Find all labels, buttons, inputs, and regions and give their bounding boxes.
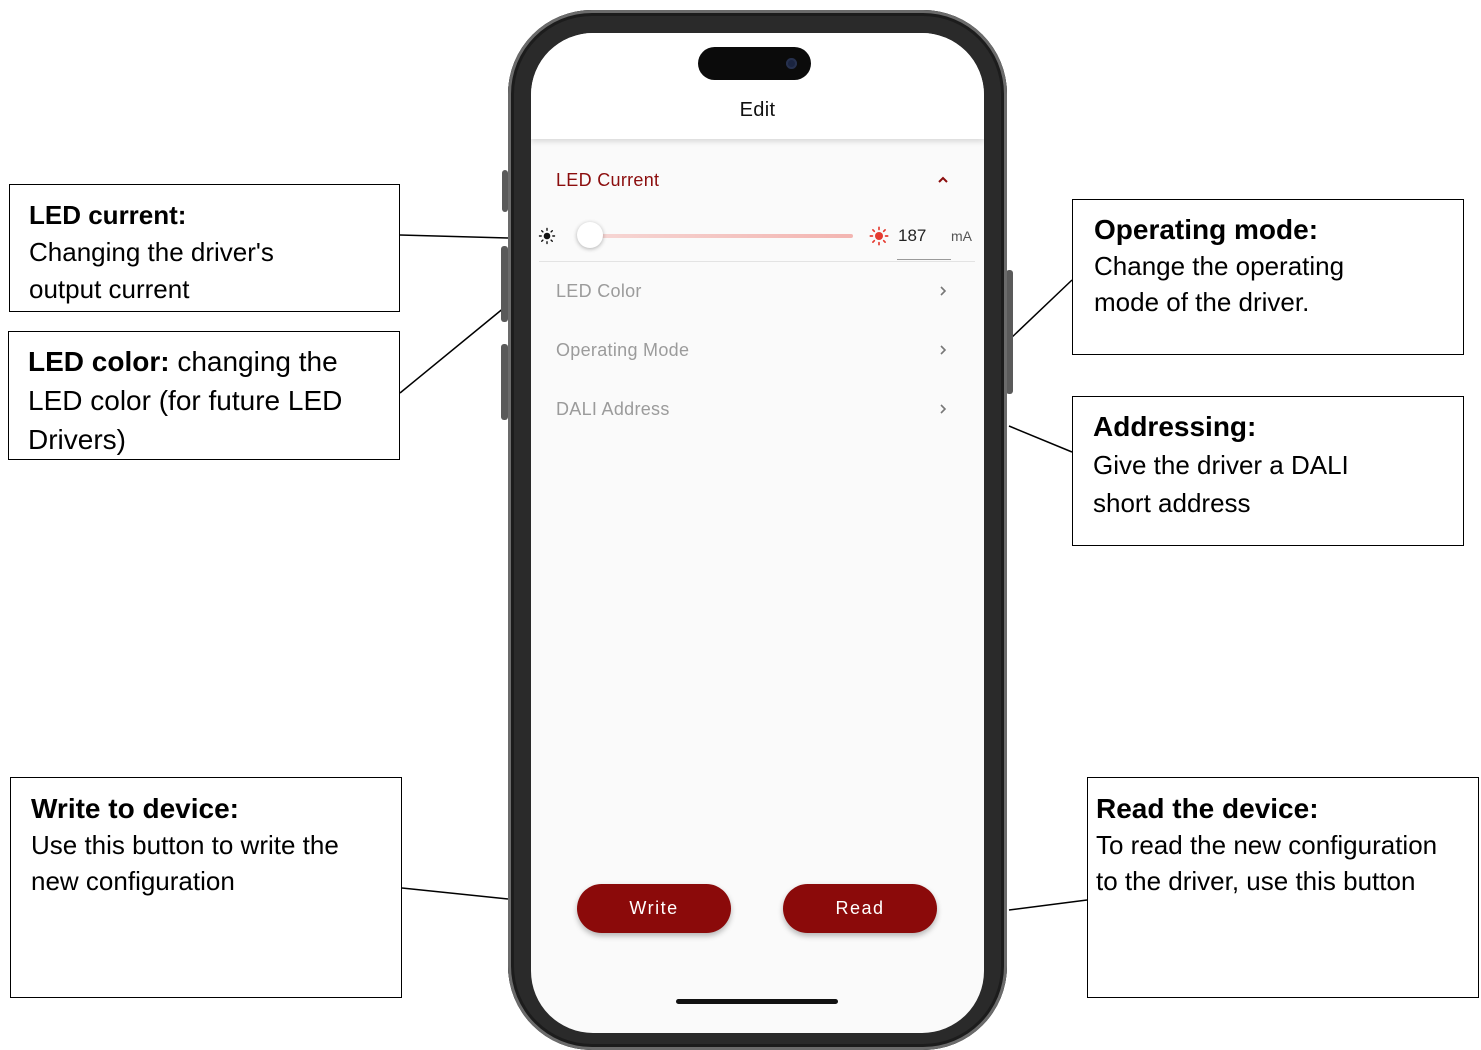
value-underline	[897, 259, 951, 260]
menu-row-label: LED Color	[556, 281, 642, 301]
page-title: Edit	[739, 99, 776, 121]
menu-row-label: DALI Address	[556, 399, 670, 419]
divider	[539, 261, 975, 262]
dynamic-island	[698, 47, 811, 80]
chevron-right-icon	[940, 404, 947, 414]
menu-row-label: Operating Mode	[556, 340, 690, 360]
phone-volume-down-button	[501, 344, 508, 420]
home-indicator	[676, 999, 838, 1004]
write-button[interactable]: Write	[577, 884, 731, 933]
led-current-value-input[interactable]: 187	[898, 226, 926, 246]
slider-track[interactable]	[581, 234, 853, 238]
led-current-slider-row: 187 mA	[531, 213, 984, 263]
chevron-right-icon	[940, 345, 947, 355]
led-current-label: LED Current	[556, 170, 660, 190]
camera-icon	[786, 58, 797, 69]
chevron-up-icon[interactable]	[936, 173, 950, 187]
connector-read	[1008, 899, 1088, 911]
connector-write	[401, 887, 509, 900]
connector-addressing	[1008, 425, 1073, 453]
sun-red-icon	[869, 226, 889, 246]
led-current-unit: mA	[951, 228, 972, 244]
connector-led-color	[399, 306, 506, 394]
connector-led-current	[399, 234, 509, 239]
phone-volume-up-button	[501, 246, 508, 322]
phone-screen: Edit LED Current 187 mA LED Color Operat…	[531, 33, 984, 1033]
connector-operating-mode	[1008, 279, 1073, 341]
sun-small-icon	[538, 227, 556, 245]
read-button[interactable]: Read	[783, 884, 937, 933]
chevron-right-icon	[940, 286, 947, 296]
slider-thumb[interactable]	[577, 222, 603, 248]
phone-power-button	[1006, 270, 1013, 394]
